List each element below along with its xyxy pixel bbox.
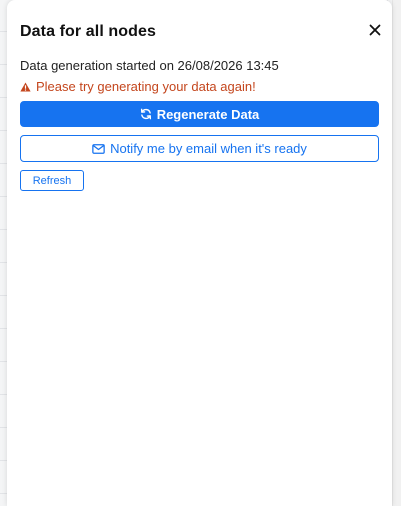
regenerate-data-button[interactable]: Regenerate Data: [20, 101, 379, 127]
data-panel: Data for all nodes Data generation start…: [7, 0, 392, 506]
refresh-label: Refresh: [32, 174, 72, 187]
mail-icon: [92, 143, 105, 154]
refresh-button[interactable]: Refresh: [20, 170, 84, 191]
error-text: Please try generating your data again!: [36, 79, 256, 94]
notify-email-label: Notify me by email when it's ready: [110, 141, 307, 156]
warning-icon: [20, 81, 31, 92]
generation-status-text: Data generation started on 26/08/2026 13…: [20, 58, 279, 73]
scrollbar-track[interactable]: [392, 0, 401, 506]
refresh-icon: [140, 108, 151, 120]
close-icon: [369, 24, 381, 36]
close-button[interactable]: [367, 22, 383, 38]
notify-email-button[interactable]: Notify me by email when it's ready: [20, 135, 379, 162]
panel-title: Data for all nodes: [20, 23, 157, 40]
regenerate-data-label: Regenerate Data: [156, 106, 260, 122]
error-message: Please try generating your data again!: [20, 79, 256, 94]
